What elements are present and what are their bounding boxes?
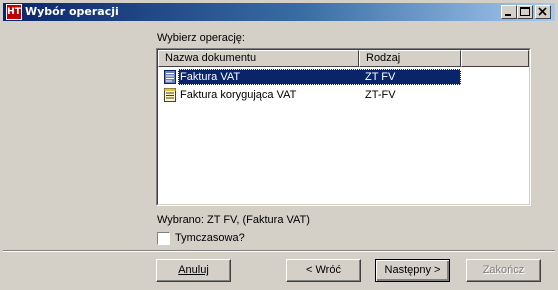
window-title: Wybór operacji bbox=[25, 5, 119, 18]
column-header-type[interactable]: Rodzaj bbox=[359, 50, 461, 67]
operation-list[interactable]: Nazwa dokumentu Rodzaj Faktura VAT ZT FV bbox=[156, 48, 531, 206]
minimize-button[interactable] bbox=[501, 5, 517, 19]
selection-status: Wybrano: ZT FV, (Faktura VAT) bbox=[157, 214, 310, 226]
minimize-icon bbox=[505, 14, 511, 16]
back-button[interactable]: < Wróć bbox=[286, 259, 361, 282]
cancel-button-label: Anuluj bbox=[178, 264, 209, 276]
footer-divider bbox=[3, 250, 555, 252]
focus-rectangle bbox=[178, 69, 461, 85]
list-item[interactable]: Faktura VAT ZT FV bbox=[163, 69, 461, 85]
next-button[interactable]: Następny > bbox=[375, 259, 450, 282]
close-button[interactable] bbox=[535, 5, 551, 19]
maximize-icon bbox=[520, 7, 530, 16]
title-bar[interactable]: HT Wybór operacji bbox=[3, 3, 555, 21]
finish-button: Zakończ bbox=[466, 259, 541, 282]
finish-button-label: Zakończ bbox=[482, 264, 525, 276]
document-icon bbox=[164, 88, 176, 102]
list-header: Nazwa dokumentu Rodzaj bbox=[158, 50, 529, 67]
document-icon bbox=[164, 70, 176, 84]
operation-list-label: Wybierz operację: bbox=[157, 32, 245, 44]
app-logo-icon[interactable]: HT bbox=[6, 4, 22, 20]
temporary-checkbox-label[interactable]: Tymczasowa? bbox=[175, 232, 245, 245]
column-header-filler bbox=[461, 50, 529, 67]
maximize-button[interactable] bbox=[517, 5, 533, 19]
back-button-label: < Wróć bbox=[306, 264, 341, 276]
temporary-checkbox[interactable] bbox=[157, 232, 170, 245]
dialog-window: HT Wybór operacji Wybierz operację: Nazw… bbox=[0, 0, 558, 290]
list-item-type: ZT-FV bbox=[365, 89, 396, 101]
list-item[interactable]: Faktura korygująca VAT ZT-FV bbox=[163, 87, 461, 103]
cancel-button[interactable]: Anuluj bbox=[156, 259, 231, 282]
column-header-document-name[interactable]: Nazwa dokumentu bbox=[158, 50, 359, 67]
next-button-label: Następny > bbox=[384, 264, 441, 276]
list-item-name: Faktura korygująca VAT bbox=[180, 89, 297, 101]
close-icon bbox=[538, 7, 547, 16]
